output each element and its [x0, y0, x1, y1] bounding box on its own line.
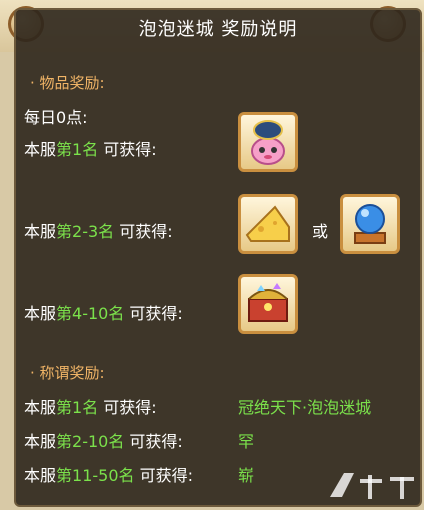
title-reward-name-2: 罕: [238, 432, 255, 451]
obtain-label: 可获得:: [98, 398, 157, 417]
server-label: 本服: [24, 398, 57, 417]
title-reward-row-2: 本服第2-10名 可获得:: [24, 428, 183, 452]
gift-bag-pet-icon[interactable]: [238, 112, 298, 172]
obtain-label: 可获得:: [114, 222, 173, 241]
rank-label: 第1名: [56, 140, 99, 159]
rank-label: 第2-3名: [56, 222, 115, 241]
rank-label: 第11-50名: [56, 466, 135, 485]
title-rewards-heading: · 称谓奖励:: [30, 364, 105, 382]
title-reward-name-1: 冠绝天下·泡泡迷城: [238, 398, 372, 417]
cheese-chest-icon[interactable]: [238, 194, 298, 254]
rank-label: 第2-10名: [56, 432, 125, 451]
obtain-label: 可获得:: [124, 432, 183, 451]
rank-label: 第4-10名: [56, 304, 125, 323]
server-label: 本服: [24, 432, 57, 451]
site-logo-watermark: [324, 467, 420, 505]
or-label: 或: [312, 222, 329, 241]
item-reward-row-2: 本服第2-3名 可获得:: [24, 218, 173, 242]
crystal-ball-icon[interactable]: [340, 194, 400, 254]
obtain-label: 可获得:: [98, 140, 157, 159]
title-reward-row-1: 本服第1名 可获得:: [24, 394, 157, 418]
title-reward-name-3: 崭: [238, 466, 255, 485]
treasure-chest-icon[interactable]: [238, 274, 298, 334]
obtain-label: 可获得:: [134, 466, 193, 485]
server-label: 本服: [24, 140, 57, 159]
item-reward-row-3: 本服第4-10名 可获得:: [24, 300, 183, 324]
server-label: 本服: [24, 222, 57, 241]
obtain-label: 可获得:: [124, 304, 183, 323]
item-reward-row-1: 本服第1名 可获得:: [24, 136, 157, 160]
dialog-title: 泡泡迷城 奖励说明: [138, 19, 298, 40]
title-reward-row-3: 本服第11-50名 可获得:: [24, 462, 193, 486]
server-label: 本服: [24, 466, 57, 485]
daily-reset-label: 每日0点:: [24, 108, 88, 127]
server-label: 本服: [24, 304, 57, 323]
reward-dialog: 泡泡迷城 奖励说明 · 物品奖励: 每日0点: 本服第1名 可获得: 本服第2-…: [14, 8, 422, 507]
item-rewards-heading: · 物品奖励:: [30, 74, 105, 92]
rank-label: 第1名: [56, 398, 99, 417]
